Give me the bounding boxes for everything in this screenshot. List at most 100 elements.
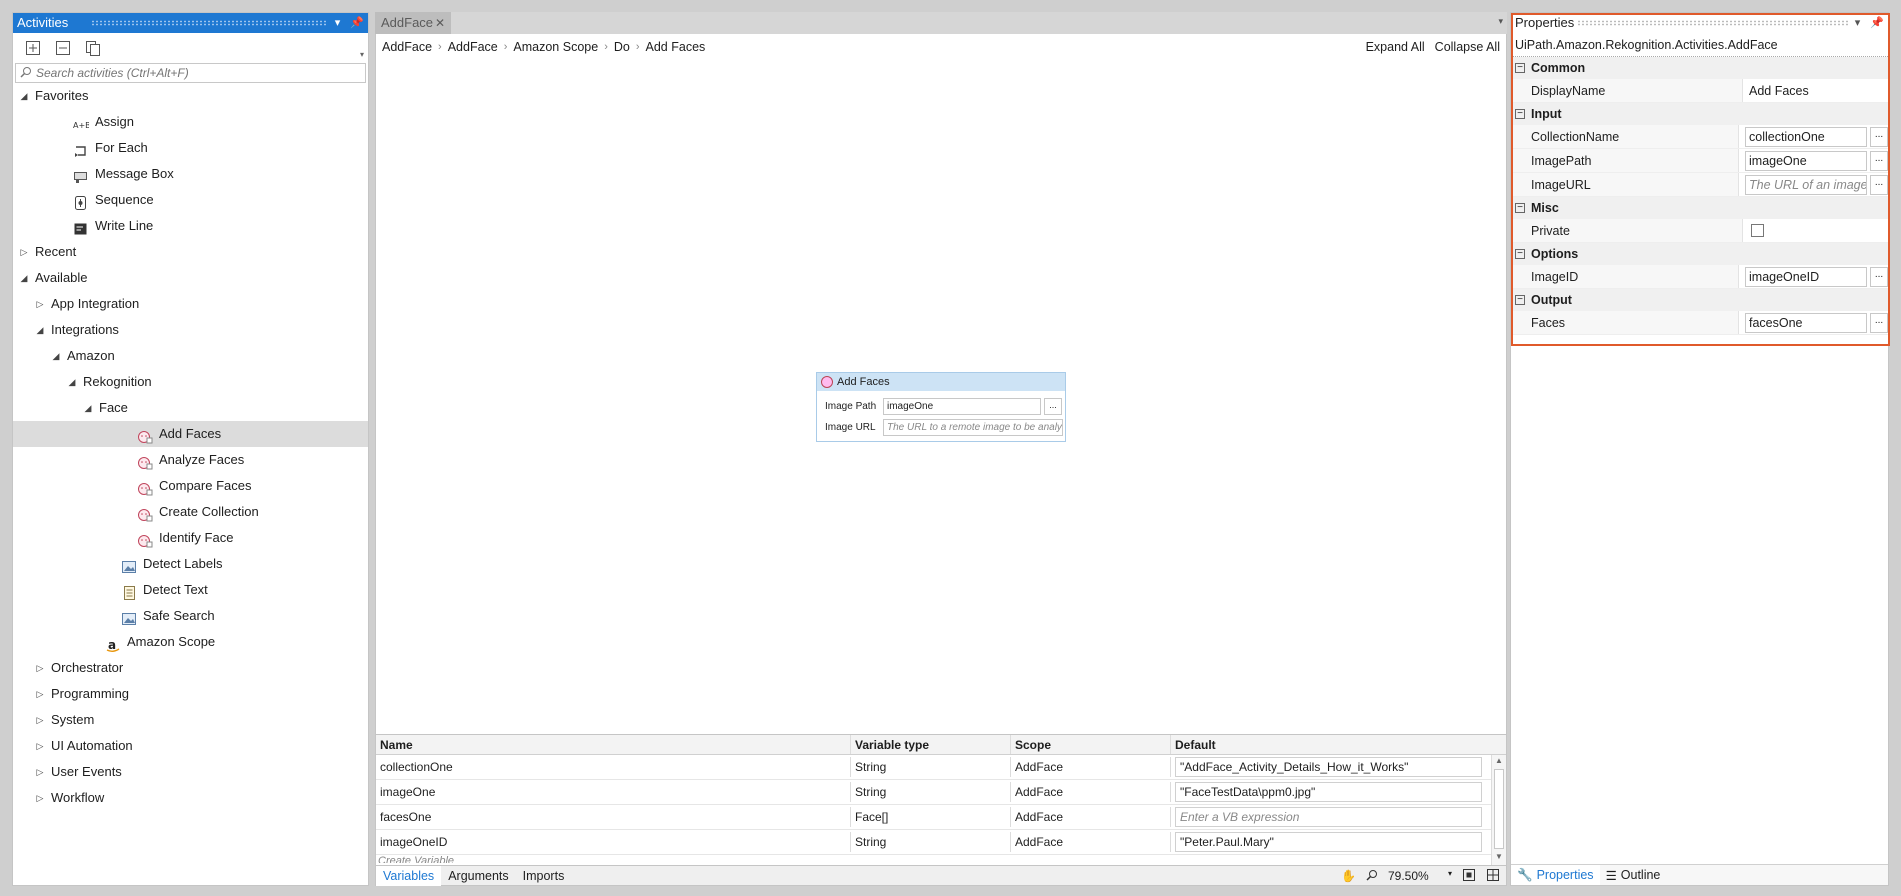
tree-item[interactable]: ◢ Amazon: [13, 343, 368, 369]
tree-item[interactable]: Analyze Faces: [13, 447, 368, 473]
expanded-arrow-icon[interactable]: ◢: [19, 83, 29, 109]
tree-item[interactable]: ◢ Rekognition: [13, 369, 368, 395]
breadcrumb-item[interactable]: Do: [614, 40, 630, 54]
copy-icon[interactable]: [83, 38, 103, 58]
tree-item[interactable]: Message Box: [13, 161, 368, 187]
column-header-name[interactable]: Name: [376, 735, 851, 754]
tab-variables[interactable]: Variables: [376, 865, 442, 886]
variable-scope-cell[interactable]: AddFace: [1011, 782, 1171, 802]
collapse-icon[interactable]: −: [1515, 249, 1525, 259]
panel-menu-icon[interactable]: ▾: [1855, 13, 1861, 33]
table-row[interactable]: collectionOne String AddFace "AddFace_Activ…: [376, 755, 1506, 780]
imagepath-input[interactable]: imageOne: [1745, 150, 1867, 171]
variable-scope-cell[interactable]: AddFace: [1011, 832, 1171, 852]
tree-item[interactable]: For Each: [13, 135, 368, 161]
faces-browse-button[interactable]: ...: [1870, 312, 1888, 333]
table-row[interactable]: facesOne Face[] AddFace Enter a VB expressi…: [376, 805, 1506, 830]
collapsed-arrow-icon[interactable]: ▷: [35, 785, 45, 811]
tab-outline[interactable]: ☰ Outline: [1600, 868, 1667, 883]
tree-item[interactable]: Safe Search: [13, 603, 368, 629]
table-row[interactable]: imageOneID String AddFace "Peter.Paul.Mary": [376, 830, 1506, 855]
collapse-icon[interactable]: −: [1515, 63, 1525, 73]
add-faces-activity[interactable]: Add Faces Image Path imageOne ... Image …: [816, 372, 1066, 442]
expanded-arrow-icon[interactable]: ◢: [51, 343, 61, 369]
variable-type-cell[interactable]: Face[]: [851, 807, 1011, 827]
category-input[interactable]: − Input: [1511, 103, 1888, 125]
fit-to-screen-icon[interactable]: [1462, 868, 1476, 885]
pin-icon[interactable]: 📌: [1870, 13, 1884, 33]
activity-header[interactable]: Add Faces: [817, 373, 1065, 391]
hand-icon[interactable]: ✋: [1341, 869, 1356, 883]
create-variable-link[interactable]: Create Variable: [376, 855, 1506, 863]
tree-item[interactable]: a Amazon Scope: [13, 629, 368, 655]
imageid-browse-button[interactable]: ...: [1870, 266, 1888, 287]
variable-name-cell[interactable]: facesOne: [376, 807, 851, 827]
tree-item[interactable]: ▷ Orchestrator: [13, 655, 368, 681]
faces-input[interactable]: facesOne: [1745, 312, 1867, 333]
collapse-icon[interactable]: −: [1515, 109, 1525, 119]
pin-icon[interactable]: 📌: [350, 13, 364, 33]
tree-item[interactable]: Detect Text: [13, 577, 368, 603]
tree-item[interactable]: ▷ App Integration: [13, 291, 368, 317]
tab-properties[interactable]: 🔧 Properties: [1511, 865, 1600, 885]
collapse-all-icon[interactable]: [53, 38, 73, 58]
expand-all-button[interactable]: Expand All: [1366, 40, 1425, 54]
tree-item[interactable]: ◢ Face: [13, 395, 368, 421]
table-row[interactable]: imageOne String AddFace "FaceTestData\ppm0.…: [376, 780, 1506, 805]
tree-item[interactable]: ◢ Available: [13, 265, 368, 291]
zoom-search-icon[interactable]: [1366, 869, 1378, 884]
tabs-dropdown-icon[interactable]: ▾: [1498, 16, 1503, 27]
category-options[interactable]: − Options: [1511, 243, 1888, 265]
tree-item[interactable]: Identify Face: [13, 525, 368, 551]
breadcrumb-item[interactable]: AddFace: [382, 40, 432, 54]
variable-type-cell[interactable]: String: [851, 757, 1011, 777]
tree-item[interactable]: A+B Assign: [13, 109, 368, 135]
toolbar-overflow-icon[interactable]: ▾: [360, 50, 364, 59]
expanded-arrow-icon[interactable]: ◢: [83, 395, 93, 421]
close-icon[interactable]: ✕: [435, 12, 445, 34]
expand-all-icon[interactable]: [23, 38, 43, 58]
variable-type-cell[interactable]: String: [851, 782, 1011, 802]
tree-item[interactable]: ▷ System: [13, 707, 368, 733]
collapsed-arrow-icon[interactable]: ▷: [35, 655, 45, 681]
breadcrumb-item[interactable]: AddFace: [448, 40, 498, 54]
collectionname-input[interactable]: collectionOne: [1745, 126, 1867, 147]
category-misc[interactable]: − Misc: [1511, 197, 1888, 219]
activities-search[interactable]: [15, 63, 366, 83]
variable-name-cell[interactable]: imageOneID: [376, 832, 851, 852]
variable-type-cell[interactable]: String: [851, 832, 1011, 852]
variable-name-cell[interactable]: collectionOne: [376, 757, 851, 777]
tree-item[interactable]: Detect Labels: [13, 551, 368, 577]
variable-scope-cell[interactable]: AddFace: [1011, 807, 1171, 827]
collapsed-arrow-icon[interactable]: ▷: [35, 707, 45, 733]
collapse-icon[interactable]: −: [1515, 203, 1525, 213]
scroll-thumb[interactable]: [1494, 769, 1504, 849]
tab-imports[interactable]: Imports: [516, 866, 572, 886]
workflow-canvas[interactable]: AddFace › AddFace › Amazon Scope › Do › …: [375, 34, 1507, 734]
collapse-icon[interactable]: −: [1515, 295, 1525, 305]
category-common[interactable]: − Common: [1511, 57, 1888, 79]
expanded-arrow-icon[interactable]: ◢: [19, 265, 29, 291]
tree-item[interactable]: Compare Faces: [13, 473, 368, 499]
collectionname-browse-button[interactable]: ...: [1870, 126, 1888, 147]
expanded-arrow-icon[interactable]: ◢: [67, 369, 77, 395]
collapsed-arrow-icon[interactable]: ▷: [35, 291, 45, 317]
tree-item[interactable]: ◢ Favorites: [13, 83, 368, 109]
category-output[interactable]: − Output: [1511, 289, 1888, 311]
search-input[interactable]: [36, 66, 336, 80]
image-url-input[interactable]: The URL to a remote image to be analysed: [883, 418, 1063, 436]
breadcrumb-item[interactable]: Amazon Scope: [513, 40, 598, 54]
displayname-value[interactable]: Add Faces: [1749, 84, 1809, 98]
tree-item[interactable]: ▷ User Events: [13, 759, 368, 785]
tree-item[interactable]: Sequence: [13, 187, 368, 213]
expanded-arrow-icon[interactable]: ◢: [35, 317, 45, 343]
variable-scope-cell[interactable]: AddFace: [1011, 757, 1171, 777]
collapsed-arrow-icon[interactable]: ▷: [35, 759, 45, 785]
column-header-scope[interactable]: Scope: [1011, 735, 1171, 754]
default-expression-input[interactable]: "AddFace_Activity_Details_How_it_Works": [1175, 757, 1482, 777]
collapsed-arrow-icon[interactable]: ▷: [35, 733, 45, 759]
tree-item[interactable]: Add Faces: [13, 421, 368, 447]
imageurl-browse-button[interactable]: ...: [1870, 174, 1888, 195]
imagepath-browse-button[interactable]: ...: [1870, 150, 1888, 171]
imageurl-input[interactable]: The URL of an image: [1745, 174, 1867, 195]
